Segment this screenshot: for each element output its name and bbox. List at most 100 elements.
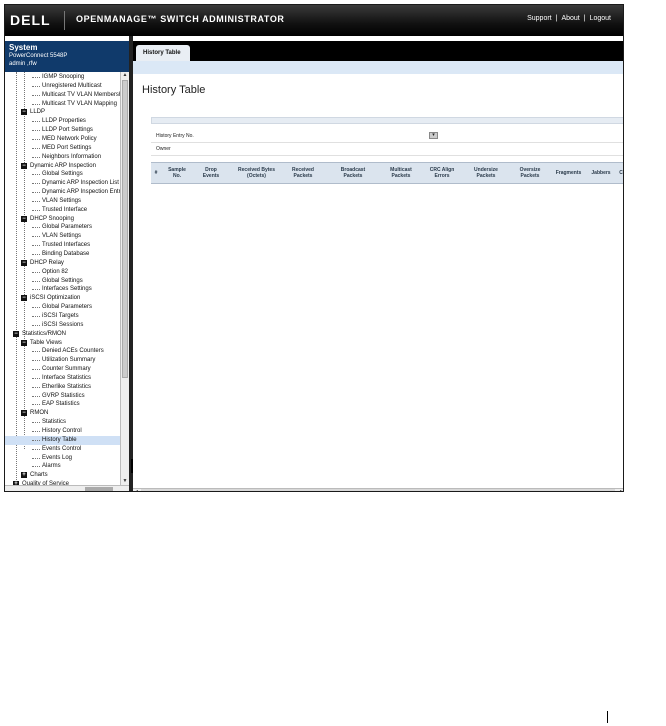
collapse-icon[interactable]: −: [21, 410, 27, 417]
system-info[interactable]: System PowerConnect 5548P admin ,rfw: [5, 41, 129, 72]
tree-item[interactable]: MED Port Settings: [5, 144, 120, 153]
tree-item[interactable]: Dynamic ARP Inspection Entries: [5, 188, 120, 197]
collapse-icon[interactable]: −: [21, 162, 27, 169]
tree-item[interactable]: Multicast TV VLAN Mapping: [5, 100, 120, 109]
tree-item[interactable]: − Statistics/RMON: [5, 330, 120, 339]
content-horizontal-scrollbar[interactable]: ◂ ▸: [133, 488, 623, 491]
tree-item-label: RMON: [30, 410, 49, 417]
tree-item[interactable]: Events Control: [5, 445, 120, 454]
column-header[interactable]: Sample No.: [163, 163, 191, 183]
tree-item[interactable]: History Table: [5, 435, 120, 445]
tree-item-label: LLDP Port Settings: [42, 127, 93, 134]
column-header[interactable]: C: [617, 163, 623, 183]
tree-item[interactable]: Interface Statistics: [5, 374, 120, 383]
banner-divider: [64, 11, 65, 30]
tree-item[interactable]: LLDP Properties: [5, 117, 120, 126]
tree-item[interactable]: IGMP Snooping: [5, 73, 120, 82]
tab-history-table[interactable]: History Table: [136, 45, 190, 61]
tree-item[interactable]: Binding Database: [5, 250, 120, 259]
tree-item-label: MED Network Policy: [42, 135, 97, 142]
tree-item[interactable]: iSCSI Targets: [5, 312, 120, 321]
tree-item[interactable]: − RMON: [5, 409, 120, 418]
collapse-icon[interactable]: −: [21, 215, 27, 222]
tree-item[interactable]: Etherlike Statistics: [5, 383, 120, 392]
column-header[interactable]: Received Packets: [283, 163, 323, 183]
column-header[interactable]: Broadcast Packets: [325, 163, 381, 183]
tree-item-label: Charts: [30, 472, 48, 479]
about-link[interactable]: About: [561, 15, 579, 22]
scroll-left-arrow-icon[interactable]: ◂: [134, 488, 140, 491]
scroll-up-arrow-icon[interactable]: ▲: [121, 72, 129, 79]
column-header[interactable]: #: [151, 163, 161, 183]
tree-item[interactable]: Counter Summary: [5, 365, 120, 374]
tree-item[interactable]: Global Settings: [5, 170, 120, 179]
tree-item[interactable]: Trusted Interfaces: [5, 241, 120, 250]
column-header[interactable]: CRC Align Errors: [421, 163, 463, 183]
tree-connector: [32, 138, 40, 140]
logout-link[interactable]: Logout: [590, 15, 611, 22]
tree-item[interactable]: VLAN Settings: [5, 232, 120, 241]
tree-item[interactable]: − DHCP Snooping: [5, 215, 120, 224]
tree-item-label: Interface Statistics: [42, 374, 92, 381]
tab-bar: History Table: [133, 41, 623, 61]
tree-item[interactable]: Dynamic ARP Inspection List: [5, 179, 120, 188]
tree-item[interactable]: − LLDP: [5, 108, 120, 117]
tree-item[interactable]: Alarms: [5, 462, 120, 471]
tree-item-label: Table Views: [30, 339, 62, 346]
column-header[interactable]: Drop Events: [192, 163, 230, 183]
collapse-icon[interactable]: −: [21, 295, 27, 302]
tree-horizontal-scrollbar[interactable]: [5, 485, 129, 491]
tree-item[interactable]: VLAN Settings: [5, 197, 120, 206]
column-header[interactable]: Multicast Packets: [381, 163, 421, 183]
tree-item[interactable]: Events Log: [5, 454, 120, 463]
tree-scroll-thumb[interactable]: [122, 80, 128, 378]
tree-item[interactable]: History Control: [5, 427, 120, 436]
tree-connector: [32, 77, 40, 78]
tree-item[interactable]: Neighbors Information: [5, 153, 120, 162]
support-link[interactable]: Support: [527, 15, 552, 22]
tree-item[interactable]: Statistics: [5, 418, 120, 427]
collapse-icon[interactable]: −: [21, 109, 27, 116]
tree-item[interactable]: − Table Views: [5, 339, 120, 348]
tree-item[interactable]: GVRP Statistics: [5, 392, 120, 401]
tree-item[interactable]: Utilization Summary: [5, 356, 120, 365]
tree-item[interactable]: + Charts: [5, 471, 120, 480]
collapse-icon[interactable]: −: [13, 330, 19, 337]
tree-item[interactable]: − DHCP Relay: [5, 259, 120, 268]
collapse-icon[interactable]: −: [21, 339, 27, 346]
tree-item[interactable]: Option 82: [5, 268, 120, 277]
tree-item[interactable]: LLDP Port Settings: [5, 126, 120, 135]
tree-vertical-scrollbar[interactable]: ▲ ▼: [120, 72, 129, 485]
tree-item-label: Etherlike Statistics: [42, 383, 92, 390]
scroll-right-arrow-icon[interactable]: ▸: [618, 488, 623, 491]
collapse-icon[interactable]: −: [21, 259, 27, 266]
tree-connector: [32, 351, 40, 353]
column-header[interactable]: Undersize Packets: [463, 163, 509, 183]
tree-connector: [32, 121, 40, 123]
tree-item[interactable]: Unregistered Multicast: [5, 82, 120, 91]
history-entry-dropdown[interactable]: ▾: [429, 132, 438, 139]
tree-item[interactable]: EAP Statistics: [5, 400, 120, 409]
tree-item[interactable]: Multicast TV VLAN Membership: [5, 91, 120, 100]
tree-item[interactable]: Trusted Interface: [5, 206, 120, 215]
scroll-down-arrow-icon[interactable]: ▼: [121, 478, 129, 485]
column-header[interactable]: Received Bytes (Octets): [231, 163, 282, 183]
tree-item[interactable]: Global Settings: [5, 277, 120, 286]
tree-item[interactable]: − Dynamic ARP Inspection: [5, 162, 120, 171]
column-header[interactable]: Jabbers: [586, 163, 616, 183]
tree-item[interactable]: Interfaces Settings: [5, 285, 120, 294]
expand-icon[interactable]: +: [21, 472, 27, 479]
column-header[interactable]: Oversize Packets: [509, 163, 551, 183]
tree-item[interactable]: Global Parameters: [5, 303, 120, 312]
tree-item[interactable]: iSCSI Sessions: [5, 321, 120, 330]
tree-item[interactable]: − iSCSI Optimization: [5, 294, 120, 303]
tree-item[interactable]: Denied ACEs Counters: [5, 347, 120, 356]
tree-item-label: iSCSI Sessions: [42, 321, 84, 328]
column-header[interactable]: Fragments: [551, 163, 586, 183]
tree-hscroll-thumb[interactable]: [85, 487, 113, 491]
tree-item[interactable]: MED Network Policy: [5, 135, 120, 144]
tree-item-label: Statistics/RMON: [22, 330, 67, 337]
tree-item[interactable]: Global Parameters: [5, 223, 120, 232]
tree-item-label: Binding Database: [42, 251, 90, 257]
content-hscroll-thumb[interactable]: [141, 489, 615, 491]
